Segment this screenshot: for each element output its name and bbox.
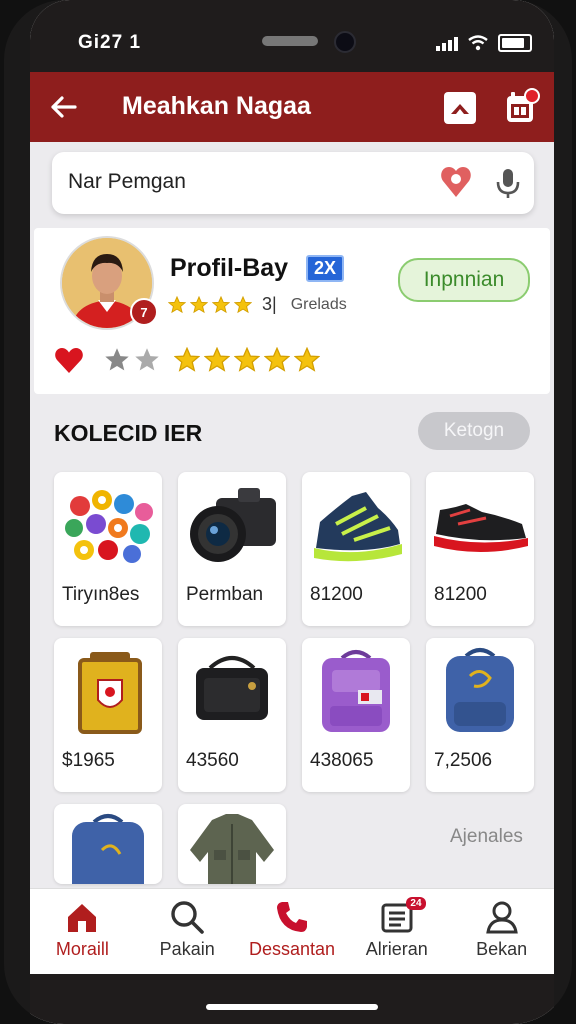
product-label: 438065: [310, 750, 374, 771]
screen: Gi27 1 Meahkan Nagaa Nar Pemgan 7 Profil…: [30, 0, 554, 1024]
product-card[interactable]: 438065: [302, 638, 410, 792]
product-label: 7,2506: [434, 750, 493, 771]
blue-backpack-icon: [72, 814, 144, 884]
star-icon[interactable]: [294, 347, 320, 373]
avatar-badge: 7: [130, 298, 158, 326]
star-icon: [234, 295, 252, 313]
product-label: 81200: [434, 584, 487, 605]
rating-value: 3|: [262, 294, 277, 314]
star-icon: [168, 295, 186, 313]
status-time: Gi27 1: [78, 32, 142, 53]
camera-bag-icon: [196, 656, 268, 720]
search-input[interactable]: Nar Pemgan: [68, 170, 186, 194]
star-icon: [190, 295, 208, 313]
profile-name: Profil-Bay: [170, 254, 289, 282]
star-icon[interactable]: [234, 347, 260, 373]
star-icon[interactable]: [174, 347, 200, 373]
product-card[interactable]: 7,2506: [426, 638, 534, 792]
home-icon: [68, 904, 97, 932]
product-card[interactable]: Tiryın8es: [54, 472, 162, 626]
tab-profile[interactable]: Bekan: [449, 889, 554, 975]
rating-label: Grelads: [290, 295, 347, 313]
tab-list[interactable]: 24 Alrieran: [344, 889, 449, 975]
star-outline-icon[interactable]: [104, 347, 130, 373]
star-icon: [212, 295, 230, 313]
search-bar[interactable]: Nar Pemgan: [52, 152, 534, 214]
arrow-up-icon: [451, 104, 469, 114]
microphone-icon[interactable]: [492, 166, 524, 200]
product-label: Tiryın8es: [62, 584, 140, 605]
camera-icon: [190, 488, 276, 562]
tab-call[interactable]: Dessantan: [240, 889, 345, 975]
user-icon: [485, 901, 518, 934]
bottom-bezel: [30, 974, 554, 1024]
tab-search[interactable]: Pakain: [135, 889, 240, 975]
status-bar: Gi27 1: [30, 0, 554, 72]
follow-button[interactable]: Inpnnian: [398, 258, 530, 302]
status-icons: [436, 34, 532, 52]
tab-label: Bekan: [476, 939, 528, 959]
front-camera: [334, 31, 356, 53]
speaker-grill: [262, 36, 318, 46]
heart-location-icon[interactable]: [438, 164, 474, 200]
purple-backpack-icon: [322, 650, 390, 732]
tab-label: Moraill: [55, 939, 109, 959]
tab-badge: 24: [406, 897, 426, 910]
star-icon[interactable]: [204, 347, 230, 373]
section-title: KOLECID IER: [54, 420, 203, 446]
tab-home[interactable]: Moraill: [30, 889, 135, 975]
red-sneaker-icon: [434, 504, 528, 552]
product-card[interactable]: [178, 804, 286, 884]
more-link[interactable]: Ajenales: [450, 826, 523, 848]
product-card[interactable]: 43560: [178, 638, 286, 792]
signal-icon: [436, 35, 458, 51]
phone-icon: [276, 902, 307, 932]
product-card[interactable]: Permban: [178, 472, 286, 626]
bottom-tab-bar: Moraill Pakain Dessantan 24 Alrieran Bek…: [30, 888, 554, 975]
yellow-backpack-icon: [78, 652, 142, 734]
rating-stars: 3| Grelads: [168, 294, 347, 315]
verified-badge: 2X: [306, 255, 345, 282]
search-icon: [171, 901, 204, 934]
jacket-icon: [190, 814, 274, 884]
phone-frame: Gi27 1 Meahkan Nagaa Nar Pemgan 7 Profil…: [4, 0, 572, 1024]
blue-backpack-icon: [446, 648, 514, 732]
product-card[interactable]: 81200: [426, 472, 534, 626]
product-label: 81200: [310, 584, 363, 605]
star-outline-icon[interactable]: [134, 347, 160, 373]
tab-label: Pakain: [159, 939, 215, 959]
share-button[interactable]: [444, 92, 476, 124]
reaction-row: [54, 346, 320, 374]
calendar-button[interactable]: [504, 88, 540, 124]
main-content: Nar Pemgan 7 Profil-Bay 2X 3| Grelads In…: [30, 142, 554, 902]
battery-icon: [498, 34, 532, 52]
product-card[interactable]: [54, 804, 162, 884]
page-title: Meahkan Nagaa: [122, 92, 311, 120]
product-card[interactable]: $1965: [54, 638, 162, 792]
product-label: Permban: [186, 584, 264, 605]
category-button[interactable]: Ketogn: [418, 412, 530, 450]
product-card[interactable]: 81200: [302, 472, 410, 626]
product-label: 43560: [186, 750, 239, 771]
product-label: $1965: [62, 750, 115, 771]
heart-icon[interactable]: [54, 346, 84, 374]
tab-label: Alrieran: [365, 939, 428, 959]
back-arrow-icon[interactable]: [48, 92, 78, 122]
wifi-icon: [468, 35, 488, 51]
home-indicator[interactable]: [206, 1004, 378, 1010]
notification-dot: [524, 88, 540, 104]
green-sneaker-icon: [314, 492, 402, 562]
profile-card: 7 Profil-Bay 2X 3| Grelads Inpnnian: [34, 228, 550, 394]
app-header: Meahkan Nagaa: [30, 72, 554, 142]
tab-label: Dessantan: [248, 939, 336, 959]
badges-icon: [65, 490, 153, 563]
star-icon[interactable]: [264, 347, 290, 373]
